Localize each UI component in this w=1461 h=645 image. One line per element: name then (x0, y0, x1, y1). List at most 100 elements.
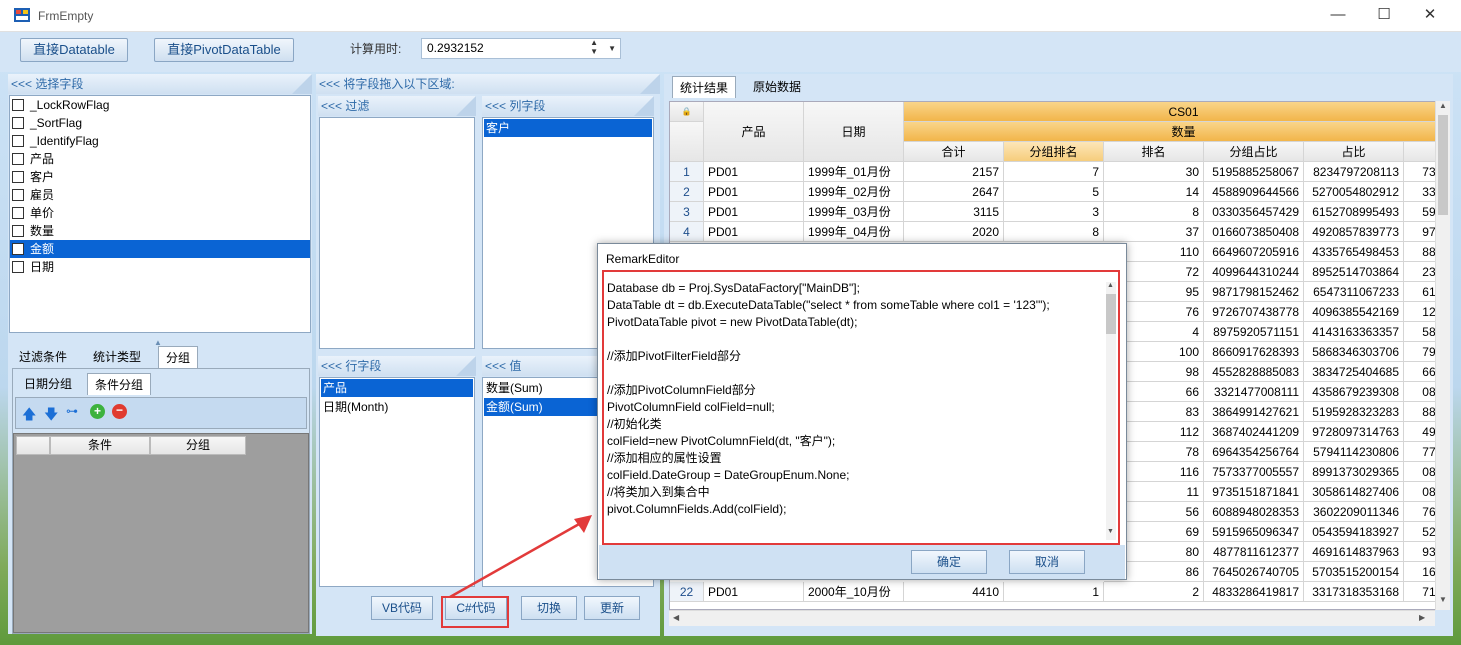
field-checkbox[interactable] (12, 171, 24, 183)
code-text[interactable]: Database db = Proj.SysDataFactory["MainD… (607, 280, 1050, 518)
table-cell: 3834725404685 (1304, 362, 1404, 382)
table-cell: 1999年_04月份 (804, 222, 904, 242)
field-checkbox[interactable] (12, 207, 24, 219)
remove-icon[interactable]: − (112, 404, 127, 419)
table-cell: 2157 (904, 162, 1004, 182)
grouping-tab-body: 日期分组 条件分组 🡅 🡇 ⊶ + − 条件 分组 (12, 368, 310, 634)
row-header-corner (670, 122, 704, 162)
col-sum[interactable]: 合计 (904, 142, 1004, 162)
table-cell: 8952514703864 (1304, 262, 1404, 282)
filter-zone[interactable] (319, 117, 475, 349)
field-item[interactable]: 日期 (10, 258, 310, 276)
field-item[interactable]: 金额 (10, 240, 310, 258)
field-checkbox[interactable] (12, 243, 24, 255)
field-checkbox[interactable] (12, 189, 24, 201)
row-item[interactable]: 产品 (321, 379, 473, 397)
table-cell: 7645026740705 (1204, 562, 1304, 582)
table-cell: 6547311067233 (1304, 282, 1404, 302)
table-cell: 3602209011346 (1304, 502, 1404, 522)
table-cell: 0330356457429 (1204, 202, 1304, 222)
datatable-button[interactable]: 直接Datatable (20, 38, 128, 62)
maximize-button[interactable]: ☐ (1361, 0, 1407, 32)
code-editor[interactable]: Database db = Proj.SysDataFactory["MainD… (602, 270, 1120, 545)
field-item[interactable]: _IdentifyFlag (10, 132, 310, 150)
pivot-datatable-button[interactable]: 直接PivotDataTable (154, 38, 294, 62)
tab-filter-conditions[interactable]: 过滤条件 (12, 346, 74, 368)
col-product[interactable]: 产品 (704, 102, 804, 162)
field-item[interactable]: 客户 (10, 168, 310, 186)
tab-result[interactable]: 统计结果 (672, 76, 737, 98)
dropdown-icon[interactable]: ▼ (608, 39, 616, 58)
field-item[interactable]: _SortFlag (10, 114, 310, 132)
header-quantity[interactable]: 数量 (904, 122, 1449, 142)
col-grank[interactable]: 分组排名 (1004, 142, 1104, 162)
table-cell: 4410 (904, 582, 1004, 602)
table-cell: 1999年_03月份 (804, 202, 904, 222)
row-item[interactable]: 日期(Month) (321, 398, 473, 416)
table-cell: 7573377005557 (1204, 462, 1304, 482)
field-checkbox[interactable] (12, 135, 24, 147)
field-checkbox[interactable] (12, 117, 24, 129)
table-cell: 4877811612377 (1204, 542, 1304, 562)
field-checkbox[interactable] (12, 225, 24, 237)
tab-stat-type[interactable]: 统计类型 (86, 346, 148, 368)
table-cell: 1999年_02月份 (804, 182, 904, 202)
field-item[interactable]: 数量 (10, 222, 310, 240)
fields-list[interactable]: _LockRowFlag _SortFlag _IdentifyFlag 产品客户雇员… (9, 95, 311, 333)
header-cs01[interactable]: CS01 (904, 102, 1449, 122)
scroll-thumb[interactable] (1438, 115, 1448, 215)
spin-arrows-icon[interactable]: ▲ ▼ (590, 38, 598, 56)
close-button[interactable]: ✕ (1407, 0, 1453, 32)
subtab-date-group[interactable]: 日期分组 (17, 373, 79, 395)
column-header: <<< 列字段 (482, 96, 654, 116)
horizontal-scrollbar[interactable]: ◀ ▶ (669, 610, 1435, 626)
field-item[interactable]: _LockRowFlag (10, 96, 310, 114)
condition-grid[interactable]: 条件 分组 (13, 433, 309, 633)
col-rank[interactable]: 排名 (1104, 142, 1204, 162)
tree-icon[interactable]: ⊶ (66, 404, 78, 418)
table-cell: 3317318353168 (1304, 582, 1404, 602)
table-cell: 6649607205916 (1204, 242, 1304, 262)
col-group[interactable]: 分组 (150, 436, 246, 455)
table-cell: 5915965096347 (1204, 522, 1304, 542)
table-cell: 6088948028353 (1204, 502, 1304, 522)
field-label: 客户 (30, 170, 55, 184)
dialog-title: RemarkEditor (606, 252, 680, 266)
tab-raw-data[interactable]: 原始数据 (746, 76, 808, 98)
tab-grouping[interactable]: 分组 (158, 346, 199, 368)
field-item[interactable]: 雇员 (10, 186, 310, 204)
time-spinbox[interactable]: 0.2932152 ▲ ▼ ▼ (421, 38, 621, 59)
field-checkbox[interactable] (12, 261, 24, 273)
col-condition[interactable]: 条件 (50, 436, 150, 455)
remark-editor-dialog: RemarkEditor Database db = Proj.SysDataF… (597, 243, 1127, 580)
annotation-arrow (449, 515, 592, 599)
col-gpct[interactable]: 分组占比 (1204, 142, 1304, 162)
editor-scrollbar[interactable]: ▲ ▼ (1106, 282, 1116, 540)
column-item[interactable]: 客户 (484, 119, 652, 137)
ok-button[interactable]: 确定 (911, 550, 987, 574)
col-pct[interactable]: 占比 (1304, 142, 1404, 162)
table-cell: 5703515200154 (1304, 562, 1404, 582)
col-date[interactable]: 日期 (804, 102, 904, 162)
move-down-icon[interactable]: 🡇 (44, 404, 58, 428)
table-cell: 4096385542169 (1304, 302, 1404, 322)
table-cell: 9728097314763 (1304, 422, 1404, 442)
vertical-scrollbar[interactable]: ▲ ▼ (1435, 101, 1450, 610)
field-checkbox[interactable] (12, 153, 24, 165)
move-up-icon[interactable]: 🡅 (22, 404, 36, 428)
table-cell: 0543594183927 (1304, 522, 1404, 542)
vb-code-button[interactable]: VB代码 (371, 596, 433, 620)
cancel-button[interactable]: 取消 (1009, 550, 1085, 574)
minimize-button[interactable]: — (1315, 0, 1361, 32)
subtab-condition-group[interactable]: 条件分组 (87, 373, 152, 395)
field-item[interactable]: 产品 (10, 150, 310, 168)
table-cell: 5868346303706 (1304, 342, 1404, 362)
field-checkbox[interactable] (12, 99, 24, 111)
table-cell: 8991373029365 (1304, 462, 1404, 482)
table-cell: 5195885258067 (1204, 162, 1304, 182)
splitter-arrow-icon[interactable]: ▲ (138, 338, 178, 347)
add-icon[interactable]: + (90, 404, 105, 419)
table-cell: 2 (1104, 582, 1204, 602)
table-cell: 4 (670, 222, 704, 242)
field-item[interactable]: 单价 (10, 204, 310, 222)
